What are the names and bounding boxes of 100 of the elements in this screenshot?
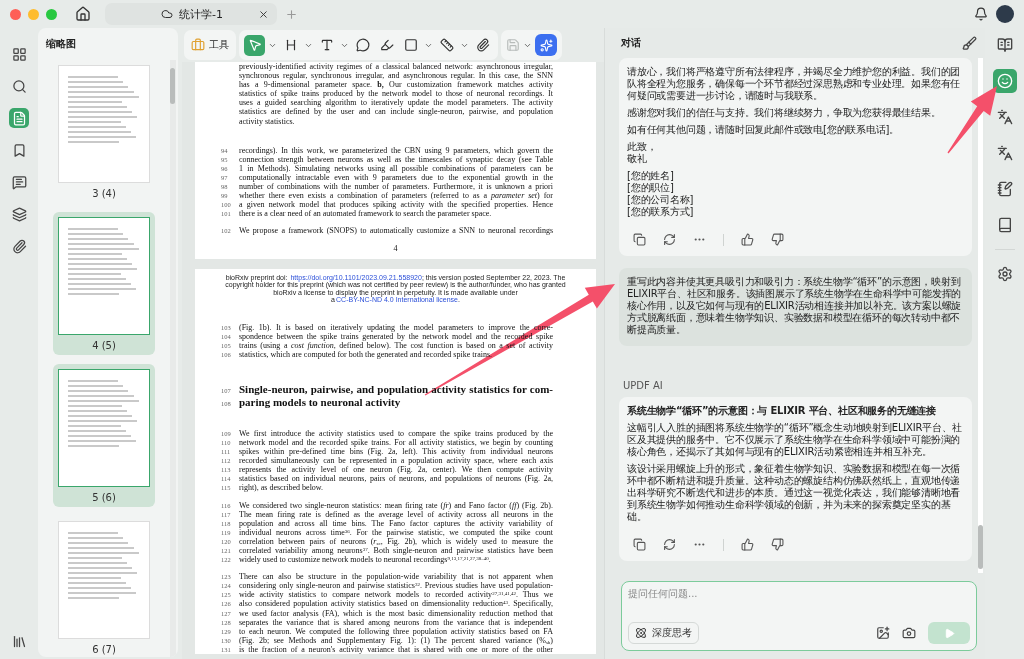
home-icon[interactable] (75, 6, 91, 22)
caption-line: activity statistics. (239, 116, 296, 126)
library-icon[interactable] (11, 634, 27, 649)
message-text: 请放心，我们将严格遵守所有法律程序，并竭尽全力维护您的利益。我们的团队将全程为您服务，确保每一个环节都经过深思熟虑和专业处理。如果您有任何疑问或需要进一步讨论，请随时与我联系。 (627, 66, 962, 102)
atom-icon (635, 627, 647, 639)
image-plus-icon[interactable] (876, 626, 890, 640)
document-tab[interactable]: 统计学-1 (105, 3, 277, 25)
page-number: 4 (393, 243, 398, 253)
avatar[interactable] (996, 5, 1014, 23)
highlighter-icon (379, 38, 394, 52)
caption-line: uses a guided searching algorithm to iteratively update the model parameters. The activity (239, 98, 553, 108)
question-field[interactable]: 提问任何问题... 深度思考 (621, 581, 977, 651)
text-line: network model and the recorded spike trains. For all activity statistics, we begin by counting (239, 437, 553, 448)
section-heading: paring models to neuronal activity (239, 395, 402, 409)
search-icon (11, 78, 27, 94)
deep-thinking-button[interactable]: 深度思考 (628, 622, 699, 644)
text-line: correlation between pairs of neurons (r$_{sc}$, Fig. 2b), which is widely used to measure the (239, 536, 553, 546)
brush-icon[interactable] (962, 35, 977, 51)
text-line: right), as described below. (239, 483, 325, 493)
text-line: to each neuron. We computed the following three population activity statistics based on FA (239, 626, 553, 636)
book-icon (996, 37, 1013, 53)
bell-icon[interactable] (974, 7, 988, 21)
text-line: We propose a framework (SNOPS) to automatically customize a SNN to neuronal recordings (239, 226, 553, 236)
text-line: wide activity statistics to compare network models to recorded activity$^{27,31,41,42}$. Thus we (239, 590, 553, 600)
text-icon (319, 38, 334, 52)
thumbs-down-icon[interactable] (771, 538, 784, 551)
text-line: recorded simultaneously can be represented in a population activity space, where each axis (239, 456, 553, 466)
scrollbar[interactable] (978, 525, 983, 569)
page-label: 4 (5) (92, 340, 116, 351)
text-line: number of combinations with the number of parameters. Furthermore, it is unknown a priori (239, 182, 553, 192)
comment-icon (11, 174, 27, 190)
close-window-button[interactable] (10, 8, 21, 20)
paperclip-icon (11, 238, 27, 254)
text-line: We first introduce the activity statistics used to compare the spike trains produced by the (239, 428, 553, 438)
scrollbar[interactable] (170, 68, 175, 104)
caption-line: statistics of spike trains produced by the network model to those of neuronal recordings. It (239, 89, 553, 99)
chat-bot-button[interactable] (992, 69, 1017, 93)
message-text: 感谢您对我们的信任与支持。我们将继续努力，争取为您获得最佳结果。 (627, 107, 942, 119)
tools-button[interactable]: 工具 (184, 30, 236, 60)
close-icon[interactable] (258, 8, 269, 20)
thumbs-down-icon[interactable] (771, 233, 784, 246)
settings-icon (996, 266, 1013, 282)
text-line: is the fraction of a neuron's activity variance that is shared with one or more of the other (239, 644, 553, 655)
copy-icon[interactable] (633, 233, 646, 246)
bookmark-icon (11, 142, 27, 158)
text-line: We considered two single-neuron statistics: mean firing rate (fr) and Fano factor (ff) (Fig. 2b). (239, 500, 553, 510)
text-line: correlated variability among neurons$^{37}$. Both single-neuron and pairwise statistics have been (239, 546, 553, 556)
page-label: 6 (7) (92, 644, 116, 655)
text-line: widely used to customize network models to neuronal recordings$^{9,13,17,21,27,38–40}$. (239, 555, 492, 565)
text-line: considering only single-neuron and pairwise statistics$^{32}$. Previous studies have used population- (239, 581, 553, 591)
message-text: 此致， 敬礼 (627, 141, 658, 165)
note-icon (996, 181, 1013, 197)
ai-assistant-button[interactable] (535, 34, 557, 56)
text-line: individual neurons across time$^{36}$. For the pairwise statistic, we computed the spike count (239, 527, 553, 537)
thumbs-up-icon[interactable] (741, 233, 754, 246)
caption-line: has a 9-dimensional parameter space. b, Our customization framework matches activity (239, 80, 553, 90)
page-button[interactable] (9, 108, 29, 128)
thumbs-up-icon[interactable] (741, 538, 754, 551)
text-line: a given network model that produces spiking activity with the specified properties. Hence (239, 200, 553, 210)
cursor-tool[interactable] (244, 34, 265, 56)
sender-name: UPDF AI (623, 380, 664, 391)
text-line: computationally intractable even with 9 parameters due to the exponential growth in the (239, 172, 553, 183)
text-line: population and across all time bins. The Fano factor captures the activity variability of (239, 518, 553, 528)
cloud-icon (161, 8, 173, 20)
text-line: connection strength between neurons as well as the timescales of synaptic decay (see Table (239, 154, 553, 164)
text-line: there is a clear need of an automated framework to search the parameter space. (239, 209, 493, 219)
thumbnail-item[interactable]: 4 (5) (53, 212, 155, 355)
translate-icon (996, 145, 1013, 161)
refresh-icon[interactable] (663, 538, 676, 551)
message-title: 系统生物学“循环”的示意图：与 ELIXIR 平台、社区和服务的无缝连接 (627, 405, 937, 417)
text-line: (Fig. 2b; see Methods and Supplementary Fig. 1): (1) The percent shared variance (%$_{sh}$) (239, 635, 553, 645)
panel-title: 对话 (621, 36, 641, 50)
chat-bot-icon (996, 73, 1013, 89)
refresh-icon[interactable] (663, 233, 676, 246)
caption-line: synchronous regular, synchronous irregular, and asynchronous regular. In this case, the SNN (239, 71, 553, 81)
thumbnail-item[interactable]: 6 (7) (53, 516, 155, 657)
caption-line: previously-identified activity regimes of a classical balanced network: asynchronous irregular, (239, 62, 553, 72)
camera-icon[interactable] (902, 626, 916, 640)
text-line: statistics based on individual neurons, pairs of neurons, and populations of neurons (Fig. 2a, (239, 474, 553, 484)
cursor-icon (247, 38, 262, 52)
thumbnail-item[interactable]: 3 (4) (53, 60, 155, 203)
text-line: whether there even exists a combination of parameters (referred to as a parameter set) for (239, 191, 553, 201)
paperclip-icon (475, 38, 490, 52)
text-line: we used factor analysis (FA), which is the most basic dimensionality reduction method that (239, 608, 553, 618)
page-label: 5 (6) (92, 492, 116, 503)
text-line: The mean firing rate is defined as the average level of activity across all neurons in the (239, 509, 553, 519)
message-text: [您的姓名] [您的职位] [您的公司名称] [您的联系方式] (627, 170, 695, 218)
copy-icon[interactable] (633, 538, 646, 551)
message-text: 重写此内容并使其更具吸引力和吸引力：系统生物学“循环”的示意图，映射到ELIXIR平台、社区和服务。该插图展示了系统生物学在生命科学中可能发挥的核心作用，以及它如何与现有的ELIXIR活动相连接并加以补充。该方案以螺旋方式脱离纸面，意味着生物学知识、实验数据和模型在循环的每次转动中都不断提高质量。 (627, 276, 963, 336)
translate-icon (996, 109, 1013, 125)
page-label: 3 (4) (92, 188, 116, 199)
text-line: represents the activity level of one neuron (Fig. 2a, center). We then compute activity (239, 465, 553, 475)
text-line: also considered population activity statistics based on dimensionality reduction$^{43}$. Specifically, (239, 599, 553, 609)
thumbnail-item[interactable]: 5 (6) (53, 364, 155, 507)
text-line: There can also be structure in the population-wide variability that is not apparent when (239, 572, 553, 582)
layers-icon (11, 206, 27, 222)
text-line: recordings). In this work, we parameterized the CBN using 9 parameters, which govern the (239, 145, 553, 155)
comment-icon (355, 38, 370, 52)
sparkles-icon (539, 38, 553, 52)
text-line: statistics, which are computed for both the generated and recorded spike trains. (239, 349, 494, 359)
